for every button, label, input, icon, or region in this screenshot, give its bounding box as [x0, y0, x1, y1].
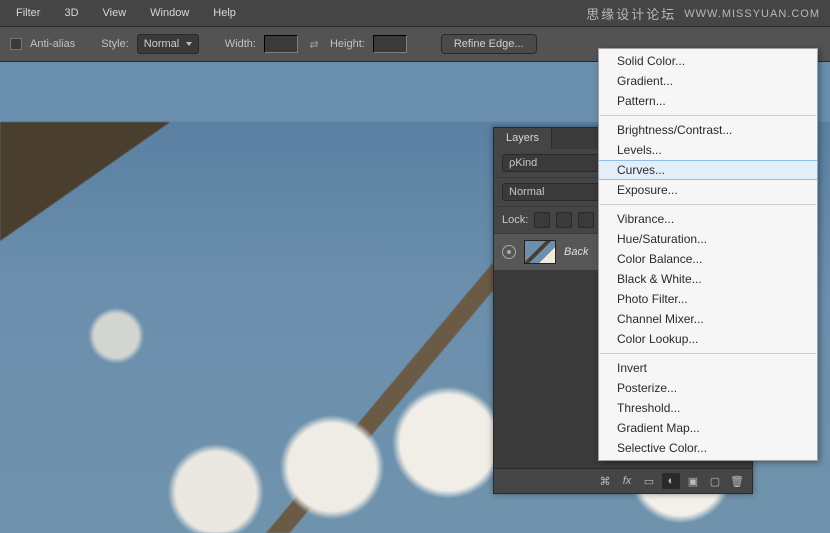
- link-layers-icon[interactable]: ⌘: [596, 473, 614, 489]
- menu-item-pattern[interactable]: Pattern...: [599, 91, 817, 111]
- adjustment-layer-icon[interactable]: ◐: [662, 473, 680, 489]
- menu-filter[interactable]: Filter: [4, 7, 52, 19]
- watermark-cn: 思缘设计论坛: [586, 4, 676, 23]
- menu-item-solid-color[interactable]: Solid Color...: [599, 51, 817, 71]
- layer-name[interactable]: Back: [564, 246, 588, 258]
- refine-edge-button[interactable]: Refine Edge...: [441, 34, 537, 54]
- watermark: 思缘设计论坛 WWW.MISSYUAN.COM: [586, 4, 820, 23]
- group-icon[interactable]: ▣: [684, 473, 702, 489]
- menu-window[interactable]: Window: [138, 7, 201, 19]
- lock-position-icon[interactable]: [578, 212, 594, 228]
- delete-layer-icon[interactable]: 🗑: [728, 473, 746, 489]
- lock-pixels-icon[interactable]: [556, 212, 572, 228]
- menu-item-gradient[interactable]: Gradient...: [599, 71, 817, 91]
- menu-separator: [600, 204, 816, 205]
- menu-item-exposure[interactable]: Exposure...: [599, 180, 817, 200]
- menu-item-brightness-contrast[interactable]: Brightness/Contrast...: [599, 120, 817, 140]
- menu-item-vibrance[interactable]: Vibrance...: [599, 209, 817, 229]
- menu-item-photo-filter[interactable]: Photo Filter...: [599, 289, 817, 309]
- watermark-url: WWW.MISSYUAN.COM: [684, 8, 820, 20]
- menu-item-color-balance[interactable]: Color Balance...: [599, 249, 817, 269]
- menu-item-levels[interactable]: Levels...: [599, 140, 817, 160]
- menu-separator: [600, 353, 816, 354]
- antialias-checkbox[interactable]: [10, 38, 22, 50]
- fx-icon[interactable]: fx: [618, 473, 636, 489]
- menu-item-color-lookup[interactable]: Color Lookup...: [599, 329, 817, 349]
- height-label: Height:: [330, 38, 365, 50]
- width-label: Width:: [225, 38, 256, 50]
- height-input[interactable]: [373, 35, 407, 53]
- menu-item-black-white[interactable]: Black & White...: [599, 269, 817, 289]
- menu-item-threshold[interactable]: Threshold...: [599, 398, 817, 418]
- tab-layers[interactable]: Layers: [494, 128, 552, 149]
- kind-label: Kind: [515, 157, 537, 169]
- menu-3d[interactable]: 3D: [52, 7, 90, 19]
- menu-item-invert[interactable]: Invert: [599, 358, 817, 378]
- blend-mode-value: Normal: [509, 186, 544, 198]
- layer-thumbnail[interactable]: [524, 240, 556, 264]
- new-layer-icon[interactable]: ▢: [706, 473, 724, 489]
- menu-separator: [600, 115, 816, 116]
- menu-item-curves[interactable]: Curves...: [599, 160, 817, 180]
- menu-item-posterize[interactable]: Posterize...: [599, 378, 817, 398]
- width-input[interactable]: [264, 35, 298, 53]
- menu-item-gradient-map[interactable]: Gradient Map...: [599, 418, 817, 438]
- lock-transparency-icon[interactable]: [534, 212, 550, 228]
- menu-item-channel-mixer[interactable]: Channel Mixer...: [599, 309, 817, 329]
- chevron-down-icon: [186, 42, 192, 46]
- lock-label: Lock:: [502, 214, 528, 226]
- menu-help[interactable]: Help: [201, 7, 248, 19]
- mask-icon[interactable]: ▭: [640, 473, 658, 489]
- style-label: Style:: [101, 38, 129, 50]
- antialias-label: Anti-alias: [30, 38, 75, 50]
- style-select[interactable]: Normal: [137, 34, 199, 54]
- refine-edge-label: Refine Edge...: [454, 38, 524, 50]
- swap-dimensions-icon[interactable]: ⇄: [306, 36, 322, 52]
- style-value: Normal: [144, 38, 179, 50]
- menu-item-selective-color[interactable]: Selective Color...: [599, 438, 817, 458]
- visibility-eye-icon[interactable]: [502, 245, 516, 259]
- adjustment-menu-popup: Solid Color...Gradient...Pattern... Brigh…: [598, 48, 818, 461]
- menu-item-hue-saturation[interactable]: Hue/Saturation...: [599, 229, 817, 249]
- layers-bottom-bar: ⌘ fx ▭ ◐ ▣ ▢ 🗑: [494, 468, 752, 493]
- tab-layers-label: Layers: [506, 132, 539, 144]
- menu-view[interactable]: View: [91, 7, 139, 19]
